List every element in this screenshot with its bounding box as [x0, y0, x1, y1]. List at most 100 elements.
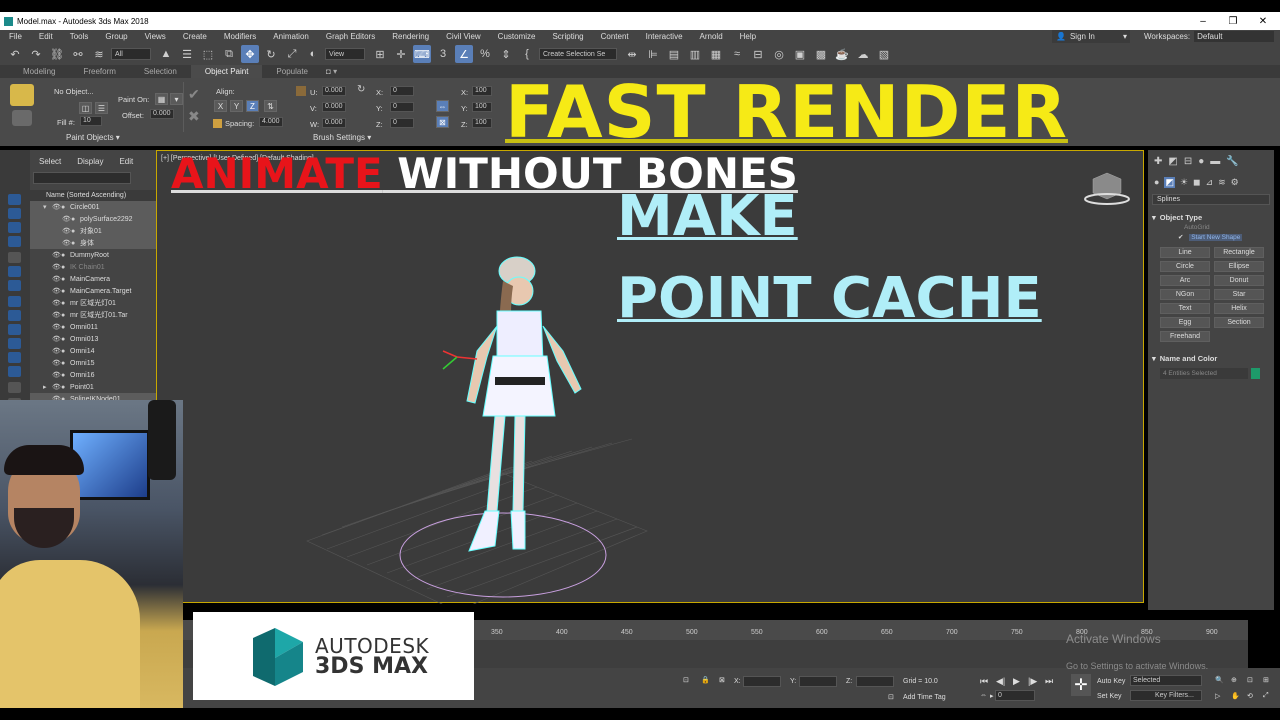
- paint-on-dropdown[interactable]: ▾: [170, 93, 183, 105]
- visibility-eye-icon[interactable]: 👁: [52, 263, 61, 271]
- menu-animation[interactable]: Animation: [264, 32, 317, 41]
- utilities-tab-icon[interactable]: 🔧: [1226, 156, 1238, 167]
- explorer-row[interactable]: 👁 ● Omni15: [30, 357, 156, 369]
- current-frame-field[interactable]: 0: [995, 690, 1035, 701]
- link-icon[interactable]: ⛓: [48, 45, 66, 63]
- geometry-icon[interactable]: ●: [1154, 177, 1159, 187]
- visibility-eye-icon[interactable]: 👁: [52, 347, 61, 355]
- menu-views[interactable]: Views: [136, 32, 174, 41]
- scene-explorer-icon[interactable]: ▤: [665, 45, 683, 63]
- menu-edit[interactable]: Edit: [30, 32, 61, 41]
- z-rot-field[interactable]: 0: [390, 118, 414, 128]
- display-xrefs-icon[interactable]: [8, 310, 21, 321]
- object-color-swatch[interactable]: [1251, 368, 1260, 379]
- visibility-eye-icon[interactable]: 👁: [52, 251, 61, 259]
- paint-objects-icon[interactable]: [12, 110, 32, 126]
- cameras-icon[interactable]: ◼: [1193, 177, 1200, 188]
- explorer-row[interactable]: 👁 ● polySurface2292: [30, 213, 156, 225]
- modify-tab-icon[interactable]: ◩: [1168, 156, 1177, 167]
- display-hidden-icon[interactable]: [8, 366, 21, 377]
- egg-button[interactable]: Egg: [1160, 317, 1210, 328]
- motion-tab-icon[interactable]: ●: [1198, 156, 1204, 167]
- scale-x-field[interactable]: 100: [472, 86, 492, 96]
- explorer-row[interactable]: 👁 ● Omni14: [30, 345, 156, 357]
- explorer-row[interactable]: 👁 ● mr 区域光灯01: [30, 297, 156, 309]
- autogrid-checkbox[interactable]: AutoGrid: [1148, 223, 1274, 233]
- display-none-icon[interactable]: [8, 194, 21, 205]
- explorer-row[interactable]: ▾ 👁 ● Circle001: [30, 201, 156, 213]
- close-button[interactable]: ✕: [1246, 12, 1280, 30]
- flip-axis-button[interactable]: ⇅: [264, 100, 277, 112]
- explorer-row[interactable]: 👁 ● MainCamera: [30, 273, 156, 285]
- manipulate-icon[interactable]: ✛: [392, 45, 410, 63]
- ngon-button[interactable]: NGon: [1160, 289, 1210, 300]
- menu-modifiers[interactable]: Modifiers: [215, 32, 264, 41]
- object-name-field[interactable]: 4 Entities Selected: [1160, 368, 1248, 379]
- category-dropdown[interactable]: Splines: [1152, 194, 1270, 205]
- pan-view-icon[interactable]: ✋: [1231, 692, 1240, 700]
- x-rot-field[interactable]: 0: [390, 86, 414, 96]
- named-selection-set-dropdown[interactable]: Create Selection Se: [539, 48, 617, 60]
- pick-object-icon[interactable]: ◫: [79, 102, 92, 114]
- window-crossing-icon[interactable]: ⧉: [220, 45, 238, 63]
- y-coord-field[interactable]: [799, 676, 837, 687]
- zoom-all-icon[interactable]: ⊕: [1231, 676, 1237, 684]
- visibility-eye-icon[interactable]: 👁: [62, 215, 71, 223]
- menu-create[interactable]: Create: [174, 32, 215, 41]
- zoom-extents-all-icon[interactable]: ⊞: [1263, 676, 1269, 684]
- restore-button[interactable]: ❐: [1216, 12, 1250, 30]
- go-to-start-icon[interactable]: ⏮: [980, 676, 988, 687]
- display-cameras-icon[interactable]: [8, 252, 21, 263]
- orbit-icon[interactable]: ⟲: [1247, 692, 1253, 700]
- menu-content[interactable]: Content: [592, 32, 637, 41]
- paint-on-grid-icon[interactable]: ▦: [155, 93, 168, 105]
- sign-in-dropdown[interactable]: 👤 Sign In ▾: [1052, 30, 1130, 43]
- visibility-eye-icon[interactable]: 👁: [52, 323, 61, 331]
- move-icon[interactable]: ✥: [241, 45, 259, 63]
- previous-frame-icon[interactable]: ◀|: [996, 676, 1005, 687]
- text-button[interactable]: Text: [1160, 303, 1210, 314]
- mirror-icon[interactable]: ⇹: [623, 45, 641, 63]
- display-lights-icon[interactable]: [8, 236, 21, 247]
- minimize-button[interactable]: –: [1186, 12, 1220, 30]
- brush-settings-panel-title[interactable]: Brush Settings ▾: [313, 133, 371, 142]
- time-config-spinner-icon[interactable]: ▸: [990, 692, 994, 700]
- percent-snap-icon[interactable]: %: [476, 45, 494, 63]
- redo-icon[interactable]: ↷: [27, 45, 45, 63]
- star-button[interactable]: Star: [1214, 289, 1264, 300]
- menu-arnold[interactable]: Arnold: [691, 32, 731, 41]
- scale-y-field[interactable]: 100: [472, 102, 492, 112]
- explorer-row[interactable]: ▸ 👁 ● Point01: [30, 381, 156, 393]
- bind-space-warp-icon[interactable]: ≋: [90, 45, 108, 63]
- align-x-button[interactable]: X: [214, 100, 227, 112]
- next-frame-icon[interactable]: |▶: [1028, 676, 1037, 687]
- expand-icon[interactable]: ▸: [43, 383, 52, 391]
- explorer-search-input[interactable]: [33, 172, 131, 184]
- maximize-viewport-icon[interactable]: ⤢: [1263, 692, 1269, 700]
- visibility-eye-icon[interactable]: 👁: [62, 227, 71, 235]
- place-icon[interactable]: ◐: [304, 45, 322, 63]
- helix-button[interactable]: Helix: [1214, 303, 1264, 314]
- visibility-eye-icon[interactable]: 👁: [52, 371, 61, 379]
- tab-freeform[interactable]: Freeform: [69, 65, 129, 78]
- explorer-row[interactable]: 👁 ● MainCamera.Target: [30, 285, 156, 297]
- keyboard-shortcut-icon[interactable]: ⌨: [413, 45, 431, 63]
- explorer-tab-edit[interactable]: Edit: [110, 157, 140, 166]
- scale-lock-icon[interactable]: ⇔: [436, 100, 449, 112]
- name-and-color-rollout[interactable]: ▾ Name and Color: [1152, 352, 1270, 364]
- tab-populate[interactable]: Populate: [262, 65, 322, 78]
- layer-explorer-icon[interactable]: ▥: [686, 45, 704, 63]
- align-y-button[interactable]: Y: [230, 100, 243, 112]
- ribbon-options-icon[interactable]: ◘ ▾: [322, 65, 341, 78]
- scale-icon[interactable]: ⤢: [283, 45, 301, 63]
- selection-lock-icon[interactable]: 🔒: [701, 676, 710, 684]
- no-object-dropdown[interactable]: No Object...: [54, 87, 94, 96]
- workspaces-dropdown[interactable]: Default: [1194, 31, 1275, 42]
- zoom-extents-icon[interactable]: ⊡: [1247, 676, 1253, 684]
- scale-uniform-icon[interactable]: ⊠: [436, 116, 449, 128]
- collapse-icon[interactable]: ▾: [43, 203, 52, 211]
- add-time-tag-label[interactable]: Add Time Tag: [903, 694, 946, 701]
- absolute-mode-icon[interactable]: ⊠: [719, 676, 725, 684]
- menu-graph-editors[interactable]: Graph Editors: [317, 32, 383, 41]
- explorer-tab-display[interactable]: Display: [68, 157, 110, 166]
